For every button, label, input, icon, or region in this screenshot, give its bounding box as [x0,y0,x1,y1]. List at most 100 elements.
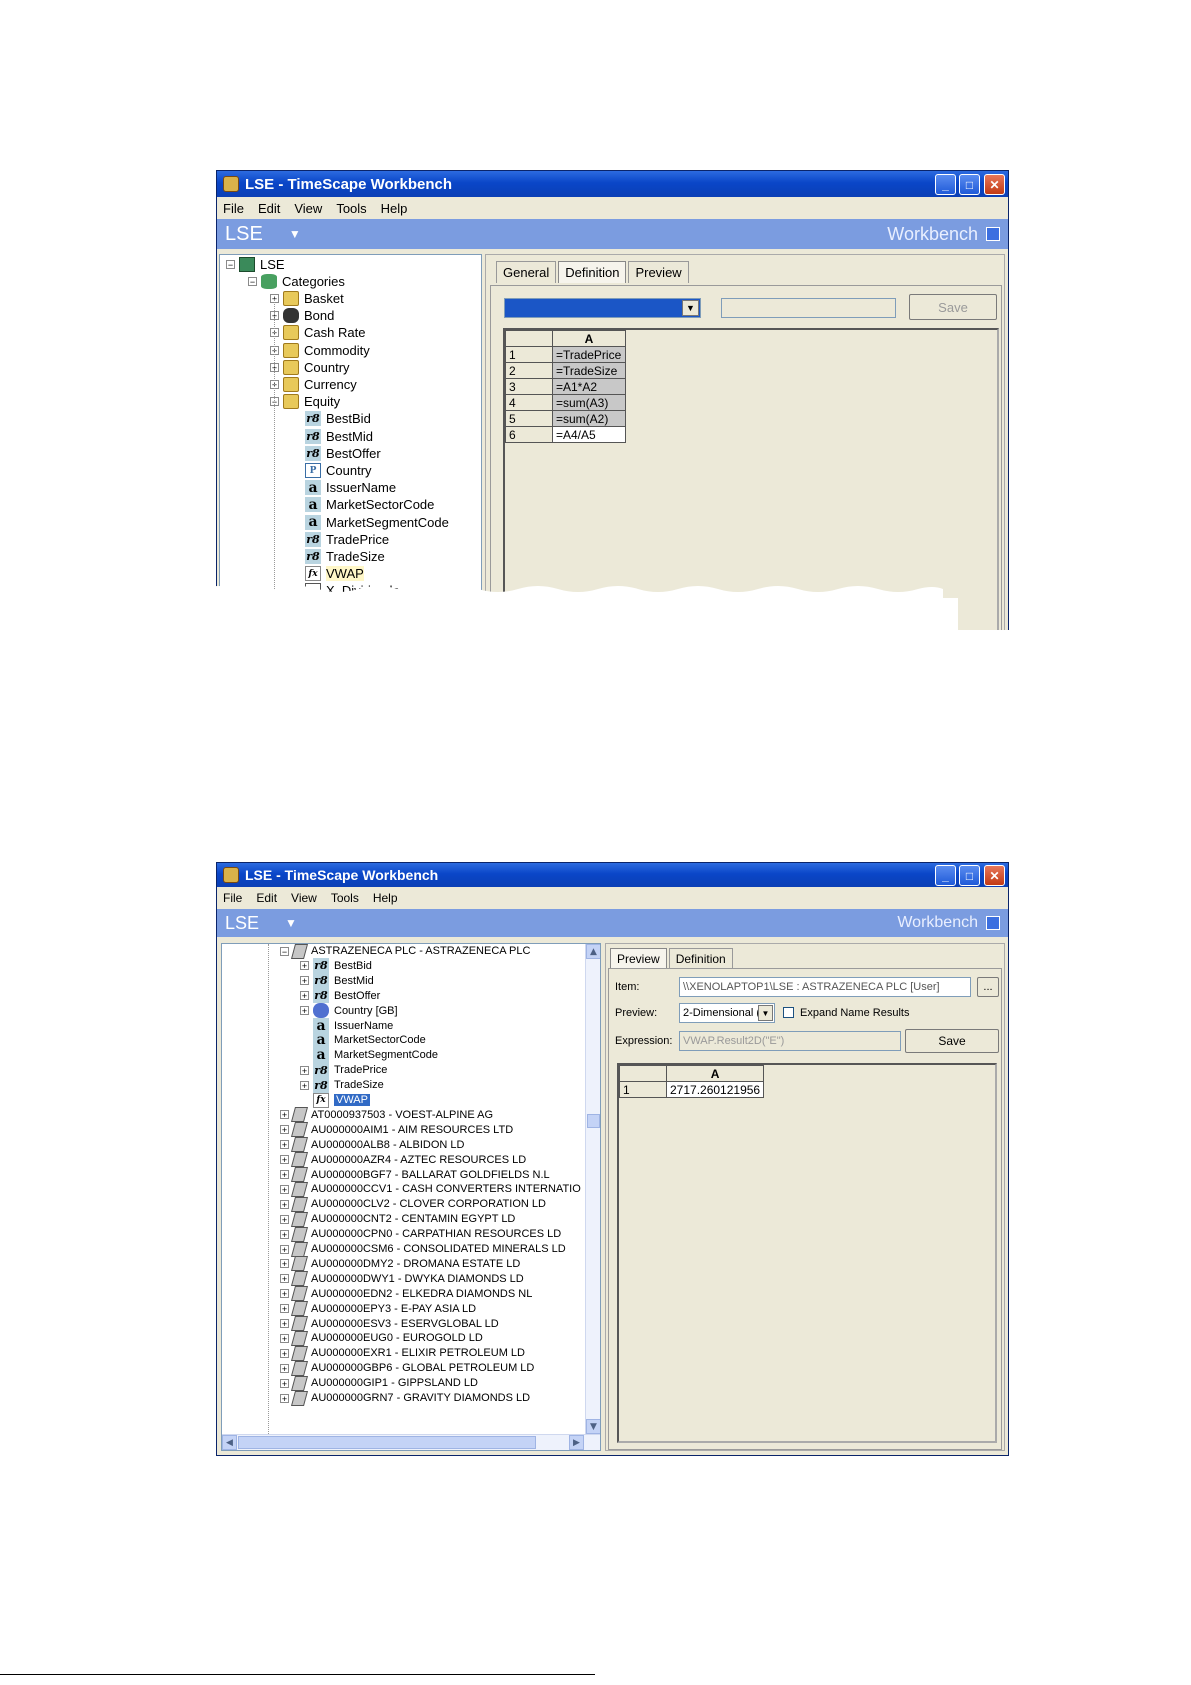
minimize-button[interactable]: _ [935,865,956,886]
expand-toggle-icon[interactable]: − [280,946,289,956]
vertical-scrollbar[interactable]: ▲ ▼ [585,944,600,1434]
expand-toggle-icon[interactable]: + [280,1184,289,1194]
expand-toggle-icon[interactable]: + [280,1199,289,1209]
tree-item[interactable]: + AU000000CSM6 - CONSOLIDATED MINERALS LD [280,1241,566,1257]
menu-item[interactable]: Help [373,891,398,905]
tree-item[interactable]: r8 TradeSize [292,548,385,565]
tree-item[interactable]: + Country [GB] [300,1003,398,1019]
tree-item[interactable]: + Country [270,359,350,376]
menu-item[interactable]: Help [381,201,408,216]
save-button[interactable]: Save [909,294,997,320]
expand-toggle-icon[interactable]: + [300,1065,309,1075]
tab-definition[interactable]: Definition [558,261,627,283]
menu-item[interactable]: Edit [256,891,277,905]
tree-item[interactable]: + AU000000AZR4 - AZTEC RESOURCES LD [280,1152,526,1168]
tree-item[interactable]: + r8 BestBid [300,958,372,974]
expand-toggle-icon[interactable]: − [248,277,257,287]
row-header[interactable]: 1 [619,1081,667,1098]
tree-item[interactable]: r8 BestOffer [292,445,381,462]
tree-item[interactable]: + AU000000AIM1 - AIM RESOURCES LTD [280,1122,513,1138]
row-header[interactable]: 5 [505,410,553,427]
expand-toggle-icon[interactable]: + [280,1214,289,1224]
expand-toggle-icon[interactable]: + [280,1333,289,1343]
tree-item[interactable]: − ASTRAZENECA PLC - ASTRAZENECA PLC [280,944,530,959]
expand-toggle-icon[interactable]: + [280,1289,289,1299]
maximize-button[interactable]: □ [959,865,980,886]
expand-toggle-icon[interactable]: + [280,1348,289,1358]
tree-item[interactable]: a MarketSectorCode [300,1032,426,1048]
tree-item[interactable]: a IssuerName [300,1018,393,1034]
menu-item[interactable]: Edit [258,201,280,216]
close-button[interactable]: ✕ [984,174,1005,195]
tree-item[interactable]: a MarketSectorCode [292,496,434,513]
calculation-dropdown[interactable]: ▼ [504,298,701,318]
tree-item[interactable]: − LSE [226,256,285,273]
expand-toggle-icon[interactable]: + [280,1155,289,1165]
maximize-button[interactable]: □ [959,174,980,195]
expression-field[interactable]: VWAP.Result2D("E") [679,1031,901,1051]
tree-item[interactable]: + r8 TradeSize [300,1077,384,1093]
expand-toggle-icon[interactable]: + [280,1140,289,1150]
column-header[interactable]: A [552,330,626,347]
database-dropdown-icon[interactable]: ▼ [289,227,301,241]
tree-item[interactable]: fx VWAP [292,565,364,582]
expand-toggle-icon[interactable]: + [300,976,309,986]
tree-item[interactable]: fx VWAP [300,1092,370,1108]
expand-toggle-icon[interactable]: + [280,1304,289,1314]
tree-item[interactable]: + AU000000BGF7 - BALLARAT GOLDFIELDS N.L [280,1167,550,1182]
dropdown-arrow-icon[interactable]: ▼ [682,300,699,316]
tree-item[interactable]: + r8 BestMid [300,973,374,989]
tree-item[interactable]: P Country [292,462,372,479]
h-scroll-thumb[interactable] [238,1436,536,1449]
tab-definition[interactable]: Definition [668,948,733,969]
item-field[interactable]: \\XENOLAPTOP1\LSE : ASTRAZENECA PLC [Use… [679,977,971,997]
tree-item[interactable]: + Basket [270,290,344,307]
grid-cell[interactable]: =A4/A5 [552,426,626,443]
tree-item[interactable]: r8 TradePrice [292,531,389,548]
expand-toggle-icon[interactable]: + [280,1319,289,1329]
expand-toggle-icon[interactable]: + [280,1229,289,1239]
expand-toggle-icon[interactable]: + [280,1274,289,1284]
expand-toggle-icon[interactable]: + [280,1363,289,1373]
scroll-left-icon[interactable]: ◀ [222,1435,237,1450]
scroll-thumb[interactable] [587,1114,600,1128]
row-header[interactable]: 4 [505,394,553,411]
grid-cell[interactable]: 2717.260121956 [665,1081,765,1098]
expand-toggle-icon[interactable]: + [280,1378,289,1388]
tree-item[interactable]: + AU000000CLV2 - CLOVER CORPORATION LD [280,1196,546,1212]
preview-grid[interactable]: A 1 2717.260121956 [619,1065,765,1098]
grid-cell[interactable]: =TradeSize [552,362,626,379]
expand-toggle-icon[interactable]: + [280,1170,289,1180]
tree-item[interactable]: + AU000000EXR1 - ELIXIR PETROLEUM LD [280,1345,525,1361]
expand-toggle-icon[interactable]: + [280,1259,289,1269]
tree-item[interactable]: r8 BestBid [292,410,371,427]
menu-item[interactable]: File [223,201,244,216]
tree-item[interactable]: + Currency [270,376,357,393]
menu-item[interactable]: View [291,891,317,905]
tree-item[interactable]: + AU000000EDN2 - ELKEDRA DIAMONDS NL [280,1286,532,1302]
scroll-right-icon[interactable]: ▶ [569,1435,584,1450]
tree-item[interactable]: + AU000000ESV3 - ESERVGLOBAL LD [280,1316,499,1331]
tree-item[interactable]: a IssuerName [292,479,396,496]
tree-pane[interactable]: ▲ ▼ ◀ ▶ − ASTRAZENECA PLC - ASTRAZENECA P… [221,943,601,1451]
tree-item[interactable]: + AU000000DWY1 - DWYKA DIAMONDS LD [280,1271,524,1287]
dropdown-arrow-icon[interactable]: ▼ [758,1005,773,1021]
tree-item[interactable]: + AU000000EUG0 - EUROGOLD LD [280,1330,483,1346]
tree-item[interactable]: − Categories [248,273,345,290]
tree-item[interactable]: + Commodity [270,342,370,359]
tree-item[interactable]: + AT0000937503 - VOEST-ALPINE AG [280,1107,493,1123]
grid-cell[interactable]: =sum(A2) [552,410,626,427]
expression-field[interactable] [721,298,896,318]
menu-item[interactable]: Tools [336,201,366,216]
tree-item[interactable]: + AU000000GRN7 - GRAVITY DIAMONDS LD [280,1390,530,1406]
scroll-down-icon[interactable]: ▼ [586,1419,600,1434]
expand-toggle-icon[interactable]: + [300,1080,309,1090]
tab-general[interactable]: General [496,261,557,283]
tree-item[interactable]: + AU000000ALB8 - ALBIDON LD [280,1137,464,1153]
tab-preview[interactable]: Preview [628,261,689,283]
tree-pane[interactable]: − LSE − Categories + Basket + Bond + Cash Rate + Co… [219,254,482,630]
tree-item[interactable]: + AU000000CNT2 - CENTAMIN EGYPT LD [280,1211,515,1227]
tree-item[interactable]: + Cash Rate [270,324,365,341]
scroll-up-icon[interactable]: ▲ [586,944,600,959]
preview-select[interactable]: 2-Dimensional (E ▼ [679,1003,775,1023]
